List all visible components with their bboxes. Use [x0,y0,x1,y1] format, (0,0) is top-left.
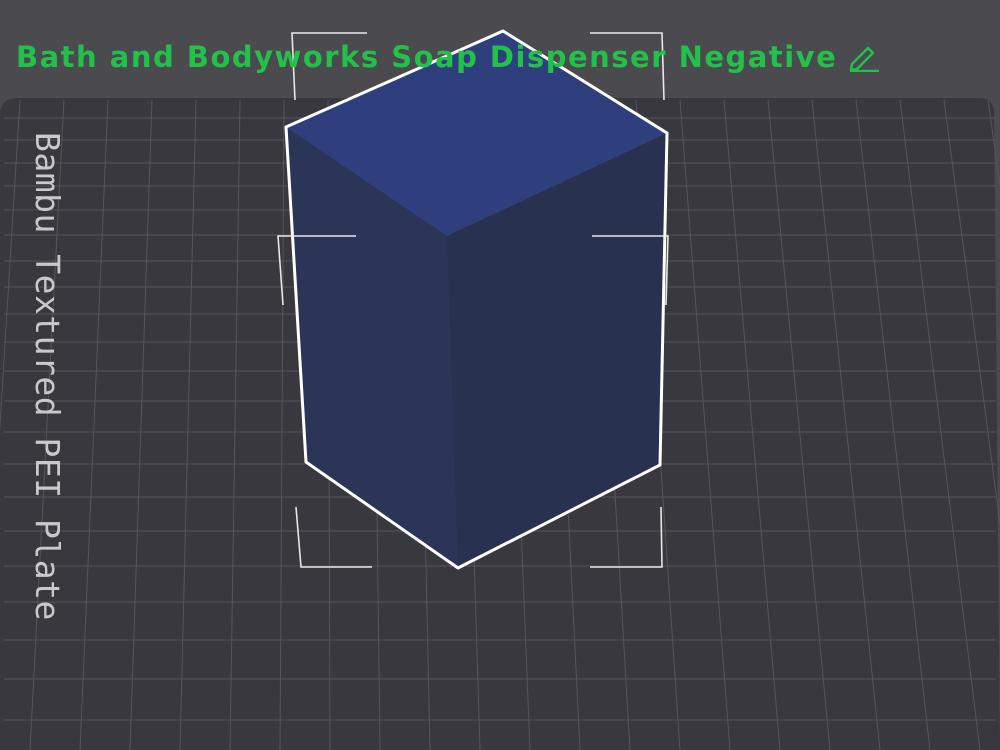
pencil-icon[interactable] [847,42,881,73]
plate-label: Bambu Textured PEI Plate [28,132,67,621]
model-name: Bath and Bodyworks Soap Dispenser Negati… [16,40,838,74]
model-title-bar: Bath and Bodyworks Soap Dispenser Negati… [16,40,881,74]
build-scene[interactable] [0,0,1000,750]
model-object[interactable] [284,29,669,570]
3d-viewport[interactable]: Bath and Bodyworks Soap Dispenser Negati… [0,0,1000,750]
